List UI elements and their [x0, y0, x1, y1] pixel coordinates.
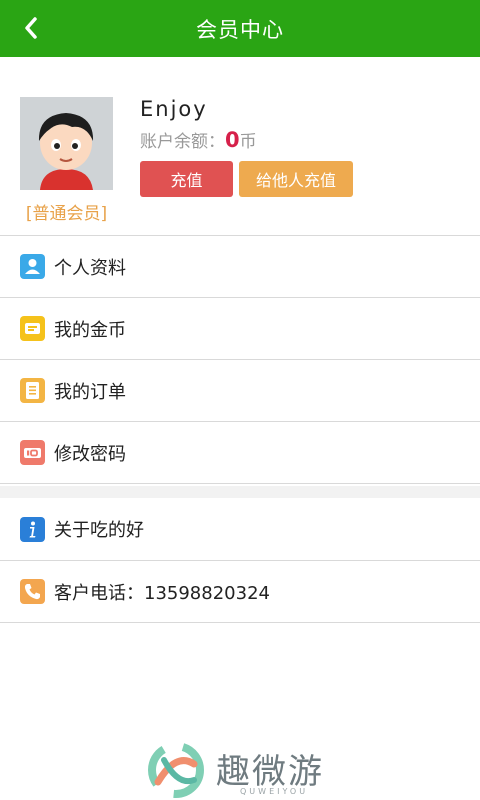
- info-icon: [20, 516, 45, 542]
- quweiyou-logo-icon: [148, 742, 204, 798]
- menu-item-password[interactable]: 修改密码: [0, 421, 480, 483]
- page-title: 会员中心: [196, 17, 284, 42]
- header-bar: 会员中心: [0, 0, 480, 57]
- phone-icon: [20, 579, 45, 604]
- gift-recharge-button[interactable]: 给他人充值: [239, 161, 353, 197]
- menu-item-label: 客户电话：13598820324: [54, 582, 270, 604]
- order-list-icon: [20, 378, 45, 403]
- section-divider: [0, 486, 480, 498]
- balance-label: 账户余额：: [140, 132, 225, 152]
- profile-card: [普通会员] Enjoy 账户余额：0币 充值 给他人充值: [0, 57, 480, 235]
- watermark-subtitle: QUWEIYOU: [240, 787, 309, 796]
- menu-item-label: 我的金币: [54, 319, 126, 341]
- menu-item-label: 我的订单: [54, 381, 126, 403]
- user-profile-icon: [20, 254, 45, 279]
- avatar[interactable]: [20, 97, 113, 190]
- balance-value: 0: [225, 128, 240, 152]
- member-level: [普通会员]: [25, 204, 108, 224]
- balance-unit: 币: [239, 132, 257, 152]
- menu-item-profile[interactable]: 个人资料: [0, 235, 480, 297]
- password-icon: [20, 440, 45, 465]
- menu-item-label: 修改密码: [54, 443, 126, 465]
- watermark-logo: 趣微游 QUWEIYOU: [148, 740, 348, 800]
- menu-item-coins[interactable]: 我的金币: [0, 297, 480, 359]
- avatar-illustration: [20, 97, 113, 190]
- back-button[interactable]: [18, 14, 46, 42]
- menu-group-about: 关于吃的好 客户电话：13598820324: [0, 498, 480, 623]
- menu-item-about[interactable]: 关于吃的好: [0, 498, 480, 560]
- username: Enjoy: [140, 97, 208, 121]
- menu-item-phone[interactable]: 客户电话：13598820324: [0, 560, 480, 622]
- menu-item-label: 关于吃的好: [54, 520, 144, 541]
- coins-icon: [20, 316, 45, 341]
- chevron-left-icon: [25, 17, 37, 39]
- menu-item-label: 个人资料: [54, 257, 126, 279]
- menu-item-orders[interactable]: 我的订单: [0, 359, 480, 421]
- balance-row: 账户余额：0币: [140, 127, 257, 152]
- menu-group-account: 个人资料 我的金币 我的订单 修改密码: [0, 235, 480, 484]
- recharge-button[interactable]: 充值: [140, 161, 233, 197]
- watermark-brand: 趣微游: [216, 752, 324, 792]
